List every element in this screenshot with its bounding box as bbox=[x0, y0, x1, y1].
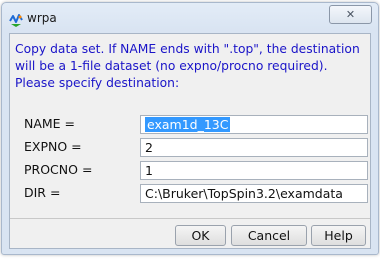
dir-label: DIR = bbox=[24, 185, 61, 200]
help-button[interactable]: Help bbox=[311, 225, 366, 246]
dir-row: DIR = C:\Bruker\TopSpin3.2\examdata bbox=[24, 184, 368, 203]
message-line: Copy data set. If NAME ends with ".top",… bbox=[15, 42, 360, 56]
message-line: will be a 1-file dataset (no expno/procn… bbox=[15, 59, 328, 73]
instruction-message: Copy data set. If NAME ends with ".top",… bbox=[15, 41, 367, 92]
procno-label: PROCNO = bbox=[24, 162, 93, 177]
ok-button[interactable]: OK bbox=[175, 225, 226, 246]
window-title: wrpa bbox=[27, 11, 57, 25]
dialog-content: Copy data set. If NAME ends with ".top",… bbox=[9, 33, 371, 249]
procno-field[interactable]: 1 bbox=[140, 161, 368, 180]
title-bar[interactable]: wrpa ✕ bbox=[2, 3, 378, 33]
button-separator bbox=[10, 218, 370, 219]
dialog-window: wrpa ✕ Copy data set. If NAME ends with … bbox=[1, 2, 379, 255]
close-button[interactable]: ✕ bbox=[329, 5, 372, 24]
topspin-app-icon bbox=[8, 12, 24, 28]
message-line: Please specify destination: bbox=[15, 76, 180, 90]
name-value: exam1d_13C bbox=[145, 117, 231, 132]
expno-field[interactable]: 2 bbox=[140, 138, 368, 157]
cancel-button[interactable]: Cancel bbox=[231, 225, 307, 246]
procno-value: 1 bbox=[145, 163, 153, 178]
expno-row: EXPNO = 2 bbox=[24, 138, 368, 157]
expno-label: EXPNO = bbox=[24, 139, 82, 154]
procno-row: PROCNO = 1 bbox=[24, 161, 368, 180]
close-icon: ✕ bbox=[345, 8, 356, 21]
expno-value: 2 bbox=[145, 140, 153, 155]
name-field[interactable]: exam1d_13C bbox=[140, 115, 368, 134]
name-label: NAME = bbox=[24, 116, 76, 131]
dir-value: C:\Bruker\TopSpin3.2\examdata bbox=[145, 186, 343, 201]
name-row: NAME = exam1d_13C bbox=[24, 115, 368, 134]
dir-field[interactable]: C:\Bruker\TopSpin3.2\examdata bbox=[140, 184, 368, 203]
